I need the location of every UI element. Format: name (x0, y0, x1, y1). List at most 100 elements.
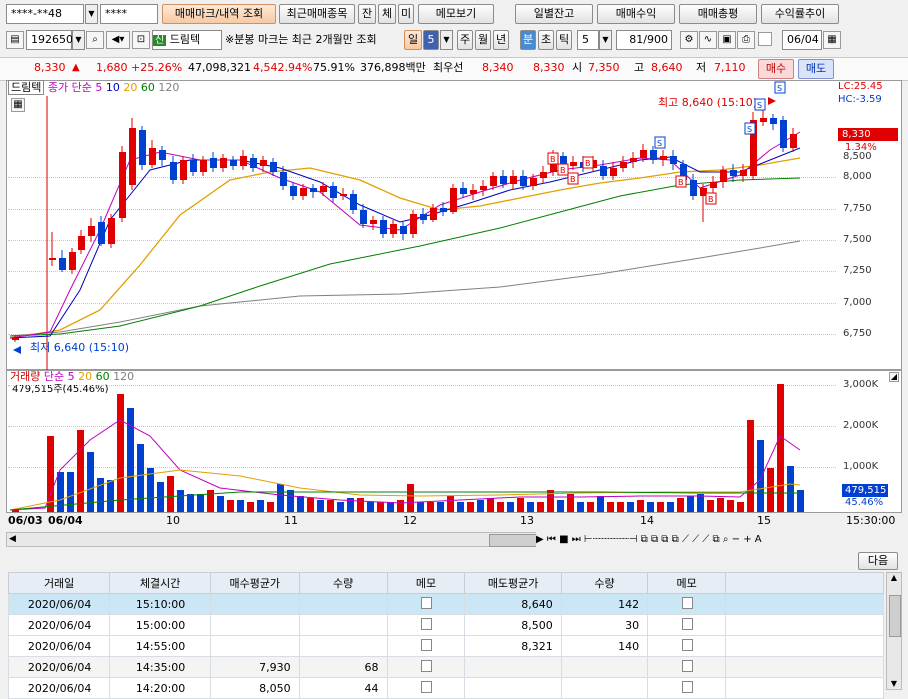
col-trade-date: 거래일 (7, 572, 111, 594)
x-end-time: 15:30:00 (846, 514, 896, 527)
volume-bar (277, 484, 284, 512)
volume-bar (397, 500, 404, 512)
cell-buy-avg (209, 614, 300, 636)
volume-bar (97, 478, 104, 512)
plus-icon[interactable]: + (743, 534, 751, 545)
volume-bar (237, 500, 244, 512)
cell-blank (725, 593, 884, 615)
volume-bar (727, 500, 734, 512)
next-button[interactable]: 다음 (858, 552, 898, 570)
volume-bar (217, 496, 224, 512)
volume-bar (177, 490, 184, 512)
cell-time: 14:35:00 (109, 656, 211, 678)
volume-bar (667, 502, 674, 512)
cell-date: 2020/06/04 (7, 593, 111, 615)
trade-history-table: 거래일 체결시간 매수평균가 수량 메모 매도평균가 수량 메모 2020/06… (7, 572, 884, 699)
volume-bar (317, 500, 324, 512)
scroll-up-icon[interactable]: ▲ (887, 573, 901, 582)
volume-bar (457, 502, 464, 512)
volume-bar (387, 502, 394, 512)
play-right-icon[interactable]: ▶ (536, 534, 544, 545)
table-row[interactable]: 2020/06/04 14:20:00 8,050 44 (7, 677, 884, 699)
volume-bar (467, 502, 474, 512)
volume-bar (657, 502, 664, 512)
minus-icon[interactable]: − (732, 534, 740, 545)
col-blank (725, 572, 884, 594)
memo-add-icon[interactable] (647, 593, 727, 615)
volume-bar (607, 502, 614, 512)
memo-icon[interactable] (386, 635, 466, 657)
last-icon[interactable]: ⏭ (572, 534, 581, 545)
volume-bar (747, 420, 754, 512)
chart-controls: ▶ ⏮ ■ ⏭ ⊢┈┈┈┈┈┈⊣ ⧉ ⧉ ⧉ ⧉ ⟋ ⟋ ⟋ ⧉ ⌕ − + A (536, 532, 904, 547)
volume-bar (167, 476, 174, 512)
volume-bar (647, 502, 654, 512)
scroll-left-icon[interactable]: ◀ (9, 534, 16, 544)
volume-bar (707, 500, 714, 512)
memo-icon[interactable] (386, 593, 466, 615)
volume-bar (187, 494, 194, 512)
volume-bar (717, 498, 724, 512)
cell-time: 14:55:00 (109, 635, 211, 657)
zoom-icon[interactable]: ⌕ (723, 534, 729, 545)
x-label: 14 (640, 514, 654, 527)
memo-icon[interactable] (647, 656, 727, 678)
x-label: 13 (520, 514, 534, 527)
x-label: 11 (284, 514, 298, 527)
memo-add-icon[interactable] (386, 656, 466, 678)
draw-icon[interactable]: ⟋ ⟋ ⟋ ⧉ (682, 534, 720, 545)
x-label-day1: 06/03 (8, 514, 43, 527)
table-row[interactable]: 2020/06/04 14:35:00 7,930 68 (7, 656, 884, 678)
first-icon[interactable]: ⏮ (547, 534, 556, 545)
volume-bar (337, 502, 344, 512)
volume-bar (267, 502, 274, 512)
volume-bar (587, 502, 594, 512)
table-row[interactable]: 2020/06/04 15:00:00 8,500 30 (7, 614, 884, 636)
memo-add-icon[interactable] (647, 635, 727, 657)
memo-add-icon[interactable] (386, 677, 466, 699)
table-row[interactable]: 2020/06/04 14:55:00 8,321 140 (7, 635, 884, 657)
memo-add-icon[interactable] (647, 614, 727, 636)
scroll-thumb[interactable] (489, 534, 537, 547)
scroll-down-icon[interactable]: ▼ (887, 679, 901, 688)
cell-buy-avg: 8,050 (209, 677, 300, 699)
text-icon[interactable]: A (755, 534, 762, 545)
col-sell-qty: 수량 (560, 572, 649, 594)
zoom-slider-icon[interactable]: ⊢┈┈┈┈┈┈⊣ (584, 534, 638, 545)
memo-icon[interactable] (386, 614, 466, 636)
layout-icon[interactable]: ⧉ ⧉ ⧉ ⧉ (641, 534, 679, 545)
volume-bar (427, 502, 434, 512)
cell-sell-qty: 30 (560, 614, 649, 636)
table-scrollbar[interactable]: ▲ ▼ (886, 572, 902, 690)
volume-bar (197, 494, 204, 512)
volume-bar (527, 502, 534, 512)
cell-buy-qty: 44 (298, 677, 388, 699)
cell-buy-qty (298, 635, 388, 657)
table-scroll-thumb[interactable] (889, 595, 901, 637)
volume-bar (497, 502, 504, 512)
volume-bar (437, 502, 444, 512)
cell-buy-qty (298, 593, 388, 615)
stop-icon[interactable]: ■ (559, 534, 568, 545)
cell-buy-qty (298, 614, 388, 636)
memo-icon[interactable] (647, 677, 727, 699)
volume-bar (307, 498, 314, 512)
volume-bar (257, 500, 264, 512)
cell-sell-qty: 142 (560, 593, 649, 615)
volume-bar (617, 502, 624, 512)
cell-sell-qty (560, 677, 649, 699)
cell-buy-qty: 68 (298, 656, 388, 678)
cell-blank (725, 656, 884, 678)
volume-bar (357, 498, 364, 512)
col-buy-memo: 메모 (386, 572, 466, 594)
col-sell-avg: 매도평균가 (464, 572, 562, 594)
volume-bar (77, 430, 84, 512)
cell-blank (725, 635, 884, 657)
table-header-row: 거래일 체결시간 매수평균가 수량 메모 매도평균가 수량 메모 (7, 572, 884, 594)
x-label: 15 (757, 514, 771, 527)
volume-bar (677, 498, 684, 512)
cell-sell-avg (464, 677, 562, 699)
table-row[interactable]: 2020/06/04 15:10:00 8,640 142 (7, 593, 884, 615)
volume-bar (247, 502, 254, 512)
cell-sell-avg: 8,640 (464, 593, 562, 615)
